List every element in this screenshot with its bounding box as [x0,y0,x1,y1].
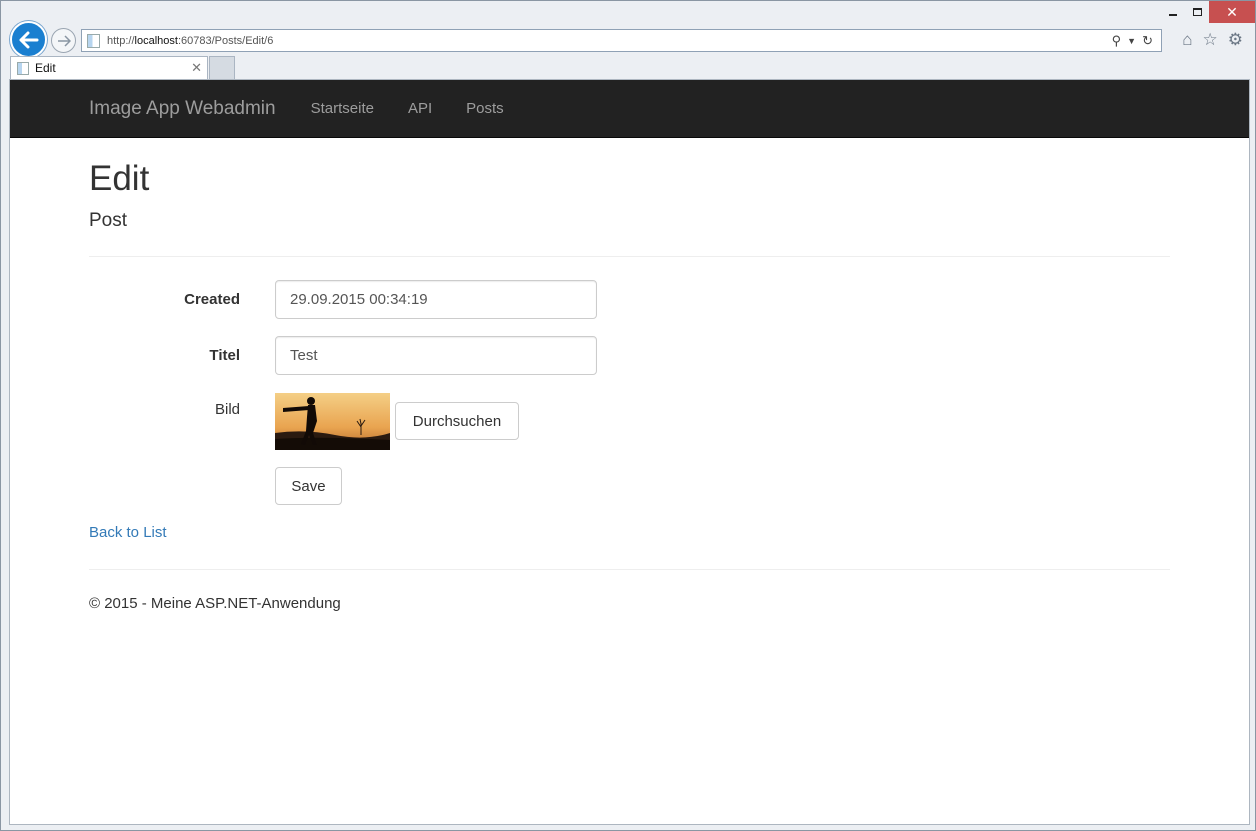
url-text: http://localhost:60783/Posts/Edit/6 [107,34,274,47]
browse-button[interactable]: Durchsuchen [395,402,519,440]
address-bar[interactable]: http://localhost:60783/Posts/Edit/6 ⚲ ▼ … [81,29,1162,52]
close-icon[interactable]: ✕ [1209,1,1255,23]
page-viewport: Image App Webadmin Startseite API Posts … [9,79,1250,825]
tab-page-icon [17,61,29,75]
home-icon[interactable]: ⌂ [1182,30,1192,50]
dropdown-icon[interactable]: ▼ [1127,36,1136,46]
bild-row: Bild Durchsuchen [89,393,789,450]
back-to-list-link[interactable]: Back to List [89,524,167,541]
nav-link-posts[interactable]: Posts [466,100,504,117]
tab-close-icon[interactable]: ✕ [191,60,202,76]
page-icon [87,33,100,48]
page-title: Edit [89,159,150,198]
forward-button[interactable] [51,28,76,53]
bild-label: Bild [214,401,240,418]
save-button[interactable]: Save [275,467,342,505]
created-row: Created 29.09.2015 00:34:19 [89,280,789,319]
favorites-star-icon[interactable]: ☆ [1203,30,1218,50]
page-subtitle: Post [89,210,128,231]
titel-row: Titel Test [89,336,789,375]
window-controls: ✕ [1161,1,1255,23]
created-input[interactable]: 29.09.2015 00:34:19 [275,280,597,319]
footer-divider [89,569,1170,570]
main-content: Edit Post Created 29.09.2015 00:34:19 Ti… [89,138,1170,612]
minimize-icon[interactable] [1161,1,1185,23]
browser-window: ✕ http://localhost:60783/Posts/Edit/6 ⚲ … [0,0,1256,831]
maximize-icon[interactable] [1185,1,1209,23]
nav-link-startseite[interactable]: Startseite [311,100,374,117]
back-button[interactable] [10,21,47,58]
search-icon[interactable]: ⚲ [1112,33,1122,49]
refresh-icon[interactable]: ↻ [1142,33,1153,49]
created-label: Created [184,291,240,308]
tab-title: Edit [35,61,56,75]
navbar-brand[interactable]: Image App Webadmin [89,98,276,120]
divider [89,256,1170,257]
footer-text: © 2015 - Meine ASP.NET-Anwendung [89,595,341,612]
new-tab-button[interactable] [209,56,235,79]
forward-arrow-icon [57,34,71,47]
back-arrow-icon [19,31,38,48]
settings-gear-icon[interactable]: ⚙ [1228,30,1243,50]
navbar: Image App Webadmin Startseite API Posts [10,80,1249,138]
nav-link-api[interactable]: API [408,100,432,117]
tab-edit[interactable]: Edit ✕ [10,56,208,79]
image-thumbnail [275,393,390,450]
titel-label: Titel [209,347,240,364]
titel-input[interactable]: Test [275,336,597,375]
